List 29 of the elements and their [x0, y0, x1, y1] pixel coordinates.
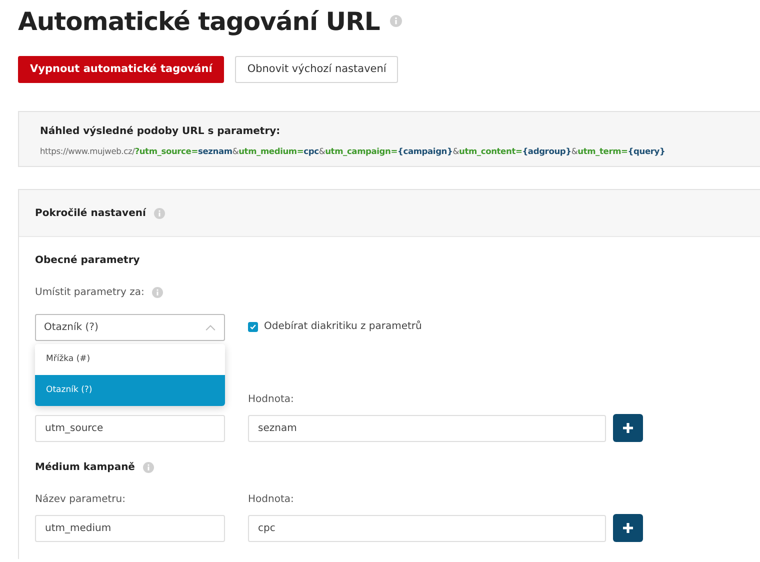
group-heading: Médium kampaně	[35, 460, 135, 474]
page-title: Automatické tagování URL	[18, 8, 380, 34]
disable-tagging-button[interactable]: Vypnout automatické tagování	[18, 56, 224, 83]
field-label: Umístit parametry za:	[35, 286, 144, 300]
input-field[interactable]: seznam	[248, 414, 606, 442]
caret-icon	[205, 324, 216, 331]
plus-icon	[622, 522, 634, 534]
plus-icon	[622, 422, 634, 434]
placement-dropdown[interactable]: Otazník (?)	[35, 314, 225, 341]
add-button[interactable]	[613, 414, 643, 442]
field-label: Hodnota:	[248, 393, 294, 406]
info-icon[interactable]	[142, 462, 154, 472]
reset-defaults-button[interactable]: Obnovit výchozí nastavení	[235, 56, 398, 83]
field-label: Hodnota:	[248, 493, 294, 506]
input-field[interactable]: utm_source	[35, 414, 225, 442]
input-field[interactable]: cpc	[248, 514, 606, 542]
checkbox-label: Odebírat diakritiku z parametrů	[264, 320, 422, 334]
info-icon[interactable]	[152, 286, 164, 298]
dropdown-option[interactable]: Mřížka (#)	[35, 344, 225, 375]
preview-url: https://www.mujweb.cz/?utm_source=seznam&utm_medium=cpc&utm_campaign={campaign}&utm_content={adgroup}&utm_term={query}	[40, 145, 666, 158]
info-icon[interactable]	[390, 15, 402, 27]
panel-title: Pokročilé nastavení	[35, 206, 146, 220]
field-label: Název parametru:	[35, 493, 126, 506]
preview-heading: Náhled výsledné podoby URL s parametry:	[40, 125, 282, 139]
info-icon[interactable]	[154, 208, 165, 218]
section-title: Obecné parametry	[35, 254, 141, 267]
checkbox[interactable]	[248, 322, 258, 332]
input-field[interactable]: utm_medium	[35, 514, 225, 542]
add-button[interactable]	[613, 514, 643, 542]
